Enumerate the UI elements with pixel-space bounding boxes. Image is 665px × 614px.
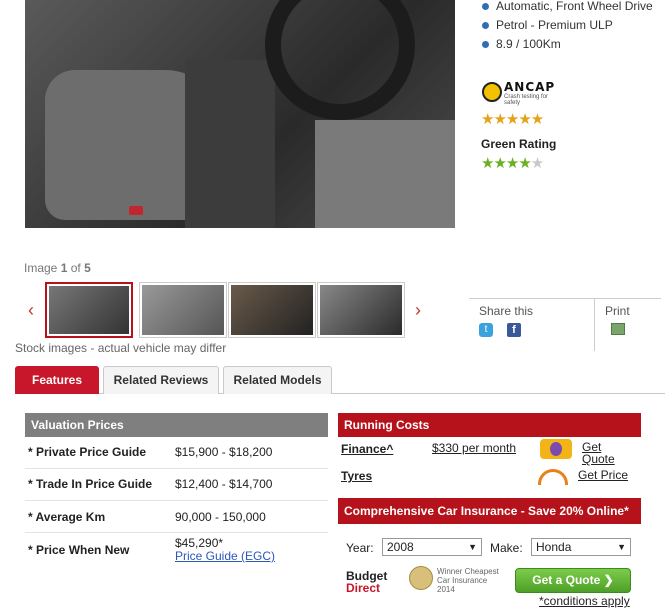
thumbnail-strip	[45, 282, 405, 338]
tab-bar: Features Related Reviews Related Models	[15, 366, 665, 394]
chevron-down-icon: ▼	[468, 542, 477, 552]
next-image-arrow[interactable]: ›	[415, 300, 421, 321]
finance-icon	[540, 439, 572, 459]
thumbnail-1[interactable]	[45, 282, 133, 338]
ancap-logo: ANCAP Crash testing for safety	[482, 80, 562, 106]
green-rating-stars: ★★★★★	[481, 155, 544, 172]
twitter-icon[interactable]: t	[479, 323, 493, 337]
image-counter: Image 1 of 5	[24, 261, 91, 275]
thumbnail-3[interactable]	[228, 282, 316, 338]
award-medal-icon	[409, 566, 433, 590]
chevron-down-icon: ▼	[617, 542, 626, 552]
tab-related-reviews[interactable]: Related Reviews	[103, 366, 219, 394]
tab-related-models[interactable]: Related Models	[223, 366, 332, 394]
valuation-row: * Price When New $45,290* Price Guide (E…	[28, 536, 276, 563]
share-panel: Share this t f Print	[469, 298, 661, 351]
share-label: Share this	[479, 304, 534, 318]
valuation-row: * Average Km 90,000 - 150,000	[25, 501, 328, 533]
thumbnail-4[interactable]	[317, 282, 405, 338]
price-guide-link[interactable]: Price Guide (EGC)	[175, 549, 275, 563]
ancap-stars: ★★★★★	[481, 111, 544, 128]
printer-icon[interactable]	[611, 323, 625, 335]
tyre-icon	[538, 469, 568, 485]
print-label: Print	[605, 304, 630, 318]
get-a-quote-button[interactable]: Get a Quote ❯	[515, 568, 631, 593]
insurance-header: Comprehensive Car Insurance - Save 20% O…	[338, 498, 641, 524]
budget-direct-logo: Budget Direct	[346, 569, 388, 595]
make-label: Make:	[490, 541, 523, 555]
prev-image-arrow[interactable]: ‹	[28, 300, 34, 321]
tyres-get-price-link[interactable]: Get Price	[578, 469, 628, 481]
tab-features[interactable]: Features	[15, 366, 99, 394]
year-select[interactable]: 2008 ▼	[382, 538, 482, 556]
green-rating-label: Green Rating	[481, 137, 557, 151]
finance-amount-link[interactable]: $330 per month	[432, 441, 516, 455]
spec-item: Petrol - Premium ULP	[480, 19, 660, 32]
valuation-row: * Private Price Guide $15,900 - $18,200	[25, 437, 328, 469]
spec-list: Automatic, Front Wheel Drive Petrol - Pr…	[480, 0, 660, 57]
finance-link[interactable]: Finance^	[341, 442, 393, 456]
year-label: Year:	[346, 541, 374, 555]
spec-item: 8.9 / 100Km	[480, 38, 660, 51]
facebook-icon[interactable]: f	[507, 323, 521, 337]
valuation-row: * Trade In Price Guide $12,400 - $14,700	[25, 469, 328, 501]
finance-get-quote-link[interactable]: Get Quote	[582, 441, 622, 465]
tyres-row: Tyres Get Price	[338, 465, 641, 487]
stock-image-note: Stock images - actual vehicle may differ	[15, 341, 227, 355]
valuation-header: Valuation Prices	[25, 413, 328, 437]
running-costs-header: Running Costs	[338, 413, 641, 437]
conditions-link[interactable]: *conditions apply	[539, 594, 630, 608]
award-text: Winner Cheapest Car Insurance 2014	[437, 567, 499, 594]
spec-item: Automatic, Front Wheel Drive	[480, 0, 660, 13]
thumbnail-2[interactable]	[139, 282, 227, 338]
tyres-link[interactable]: Tyres	[341, 469, 372, 483]
make-select[interactable]: Honda ▼	[531, 538, 631, 556]
vehicle-photo	[25, 0, 455, 228]
finance-row: Finance^ $330 per month Get Quote	[338, 437, 641, 465]
